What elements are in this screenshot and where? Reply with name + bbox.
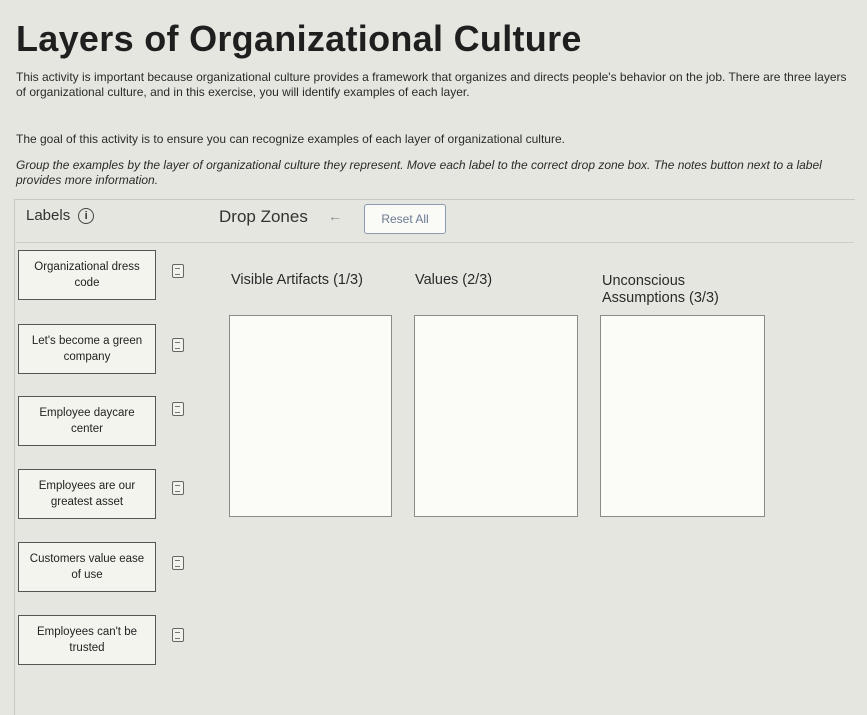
zone-label-unconscious-assumptions: Unconscious Assumptions (3/3): [602, 273, 719, 306]
draggable-label[interactable]: Let's become a green company: [18, 324, 156, 374]
back-arrow-icon[interactable]: ←: [328, 208, 342, 224]
draggable-label[interactable]: Employees can't be trusted: [18, 615, 156, 665]
drop-zone-visible-artifacts[interactable]: [229, 315, 392, 517]
note-icon[interactable]: [172, 628, 184, 642]
note-icon[interactable]: [172, 338, 184, 352]
note-icon[interactable]: [172, 264, 184, 278]
draggable-label[interactable]: Employee daycare center: [18, 396, 156, 446]
header-divider: [14, 242, 854, 243]
drop-zones-header: Drop Zones: [219, 207, 308, 226]
draggable-label[interactable]: Employees are our greatest asset: [18, 469, 156, 519]
labels-header-text: Labels: [26, 207, 71, 224]
drop-zone-unconscious-assumptions[interactable]: [600, 315, 765, 517]
zone-label-values: Values (2/3): [415, 272, 493, 288]
drop-zone-values[interactable]: [414, 315, 578, 517]
goal-paragraph: The goal of this activity is to ensure y…: [16, 132, 565, 146]
zone-label-visible-artifacts: Visible Artifacts (1/3): [231, 272, 363, 288]
info-icon[interactable]: i: [78, 207, 95, 224]
note-icon[interactable]: [172, 402, 184, 416]
page-title: Layers of Organizational Culture: [16, 18, 582, 59]
note-icon[interactable]: [172, 556, 184, 570]
instructions-paragraph: Group the examples by the layer of organ…: [16, 158, 822, 187]
intro-paragraph: This activity is important because organ…: [16, 70, 847, 99]
labels-header: Labels i: [26, 207, 95, 224]
draggable-label[interactable]: Customers value ease of use: [18, 542, 156, 592]
reset-all-button[interactable]: Reset All: [364, 204, 446, 234]
note-icon[interactable]: [172, 481, 184, 495]
draggable-label[interactable]: Organizational dress code: [18, 250, 156, 300]
